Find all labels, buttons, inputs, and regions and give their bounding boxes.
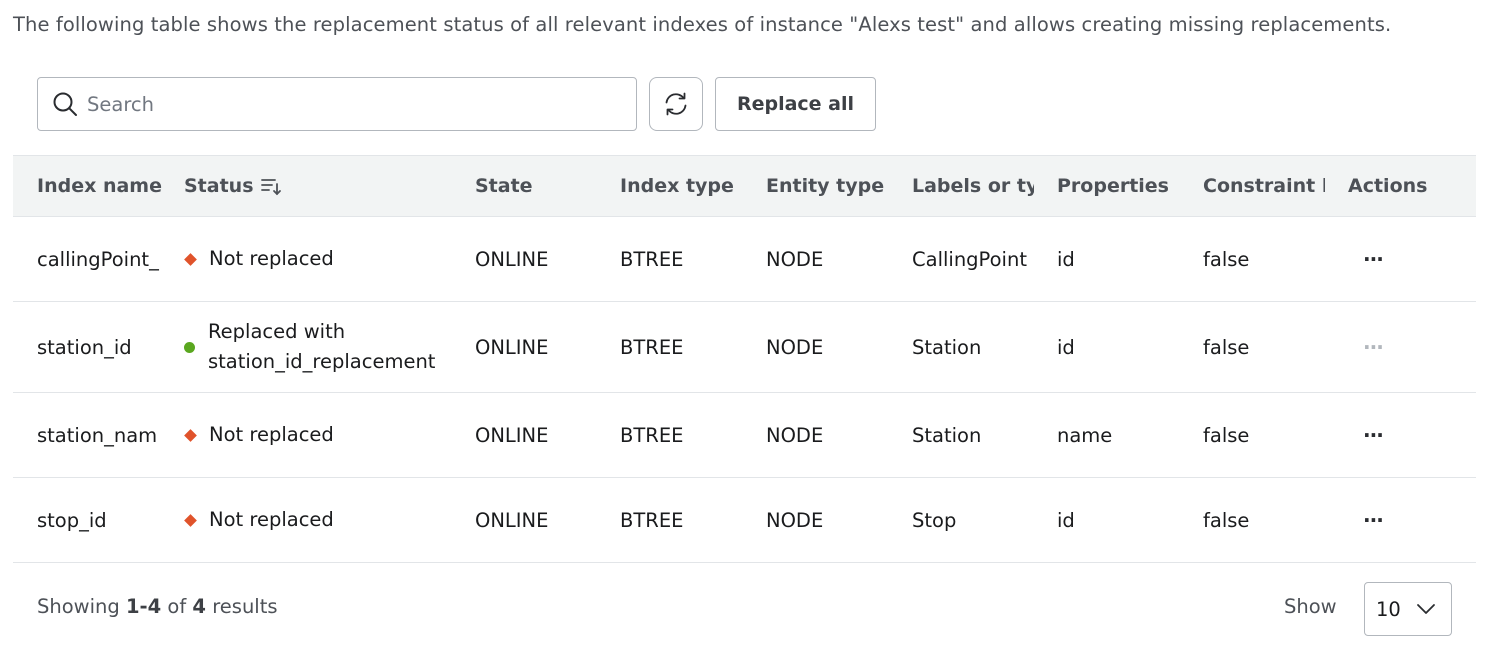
- cell-entity-type: NODE: [766, 508, 824, 532]
- column-header-index-type[interactable]: Index type: [620, 156, 745, 216]
- summary-total: 4: [192, 595, 206, 618]
- status-not-replaced-marker: [184, 428, 197, 442]
- column-header-index-name[interactable]: Index name: [37, 156, 167, 216]
- row-actions-button[interactable]: ···: [1363, 393, 1403, 477]
- column-header-properties[interactable]: Properties: [1057, 156, 1187, 216]
- cell-state: ONLINE: [475, 423, 549, 447]
- column-label: Index type: [620, 175, 734, 197]
- cell-entity-type: NODE: [766, 423, 824, 447]
- intro-text: The following table shows the replacemen…: [13, 13, 1392, 36]
- cell-state: ONLINE: [475, 335, 549, 359]
- cell-labels: Stop: [912, 508, 957, 532]
- column-label: Entity type: [766, 175, 885, 197]
- summary-of: of: [167, 595, 187, 618]
- cell-constraint: false: [1203, 508, 1250, 532]
- status-text: Not replaced: [209, 423, 334, 446]
- cell-properties: id: [1057, 508, 1075, 532]
- row-actions-button[interactable]: ···: [1363, 302, 1403, 392]
- cell-index-type: BTREE: [620, 423, 684, 447]
- cell-state: ONLINE: [475, 508, 549, 532]
- table-row: station_id Replaced with station_id_repla…: [13, 302, 1476, 393]
- cell-index-type: BTREE: [620, 247, 684, 271]
- cell-status: Not replaced: [184, 217, 464, 301]
- cell-index-name: station_id: [37, 335, 132, 359]
- cell-properties: name: [1057, 423, 1113, 447]
- column-header-status[interactable]: Status: [184, 156, 324, 216]
- column-header-labels-or-type[interactable]: Labels or typ: [912, 156, 1034, 216]
- status-not-replaced-marker: [184, 252, 197, 266]
- refresh-button[interactable]: [649, 77, 703, 131]
- column-header-state[interactable]: State: [475, 156, 595, 216]
- column-label: Status: [184, 175, 254, 197]
- cell-index-name: stop_id: [37, 508, 107, 532]
- status-text: Replaced with station_id_replacement: [208, 320, 436, 373]
- page-size-label: Show: [1284, 595, 1337, 618]
- status-replaced-dot: [184, 341, 195, 353]
- table-row: callingPoint_ Not replaced ONLINE BTREE NODE…: [13, 217, 1476, 302]
- column-label: Constraint b: [1203, 175, 1325, 197]
- search-input[interactable]: [87, 92, 607, 116]
- cell-entity-type: NODE: [766, 335, 824, 359]
- summary-suffix: results: [212, 595, 278, 618]
- status-text: Not replaced: [209, 508, 334, 531]
- cell-constraint: false: [1203, 335, 1250, 359]
- page-size-select[interactable]: 10: [1364, 582, 1452, 636]
- column-header-entity-type[interactable]: Entity type: [766, 156, 891, 216]
- table-body: callingPoint_ Not replaced ONLINE BTREE NODE…: [13, 217, 1476, 563]
- toolbar: Replace all: [37, 77, 876, 131]
- sort-descending-icon[interactable]: [260, 176, 282, 196]
- cell-labels: CallingPoint: [912, 247, 1027, 271]
- replace-all-button[interactable]: Replace all: [715, 77, 876, 131]
- cell-status: Not replaced: [184, 478, 464, 562]
- column-label: State: [475, 175, 533, 197]
- chevron-down-icon: [1417, 604, 1435, 614]
- cell-index-type: BTREE: [620, 335, 684, 359]
- cell-status: Replaced with station_id_replacement: [184, 302, 464, 392]
- cell-labels: Station: [912, 335, 982, 359]
- summary-range: 1-4: [125, 595, 162, 618]
- status-text: Not replaced: [209, 247, 334, 270]
- index-table: Index name Status State Index type Entit…: [13, 155, 1476, 563]
- table-footer: Showing 1-4 of 4 results Show 10: [13, 563, 1476, 657]
- cell-index-name: callingPoint_: [37, 247, 159, 271]
- search-box[interactable]: [37, 77, 637, 131]
- search-icon: [53, 92, 77, 116]
- summary-prefix: Showing: [37, 595, 120, 618]
- cell-index-name: station_nam: [37, 423, 158, 447]
- cell-index-type: BTREE: [620, 508, 684, 532]
- column-label: Labels or typ: [912, 175, 1034, 197]
- refresh-icon: [665, 92, 687, 116]
- cell-entity-type: NODE: [766, 247, 824, 271]
- cell-state: ONLINE: [475, 247, 549, 271]
- results-summary: Showing 1-4 of 4 results: [37, 595, 278, 618]
- table-row: station_nam Not replaced ONLINE BTREE NODE St…: [13, 393, 1476, 478]
- cell-constraint: false: [1203, 423, 1250, 447]
- cell-labels: Station: [912, 423, 982, 447]
- page-size-value: 10: [1376, 597, 1401, 621]
- column-label: Index name: [37, 175, 162, 197]
- column-label: Actions: [1348, 175, 1428, 197]
- more-horizontal-icon: ···: [1363, 247, 1384, 271]
- column-header-actions: Actions: [1348, 156, 1458, 216]
- row-actions-button[interactable]: ···: [1363, 478, 1403, 562]
- table-row: stop_id Not replaced ONLINE BTREE NODE Stop id…: [13, 478, 1476, 563]
- cell-properties: id: [1057, 335, 1075, 359]
- more-horizontal-icon: ···: [1363, 508, 1384, 532]
- cell-status: Not replaced: [184, 393, 464, 477]
- table-header: Index name Status State Index type Entit…: [13, 155, 1476, 217]
- more-horizontal-icon: ···: [1363, 335, 1384, 359]
- column-header-constraint[interactable]: Constraint b: [1203, 156, 1325, 216]
- more-horizontal-icon: ···: [1363, 423, 1384, 447]
- cell-constraint: false: [1203, 247, 1250, 271]
- row-actions-button[interactable]: ···: [1363, 217, 1403, 301]
- column-label: Properties: [1057, 175, 1169, 197]
- cell-properties: id: [1057, 247, 1075, 271]
- status-not-replaced-marker: [184, 513, 197, 527]
